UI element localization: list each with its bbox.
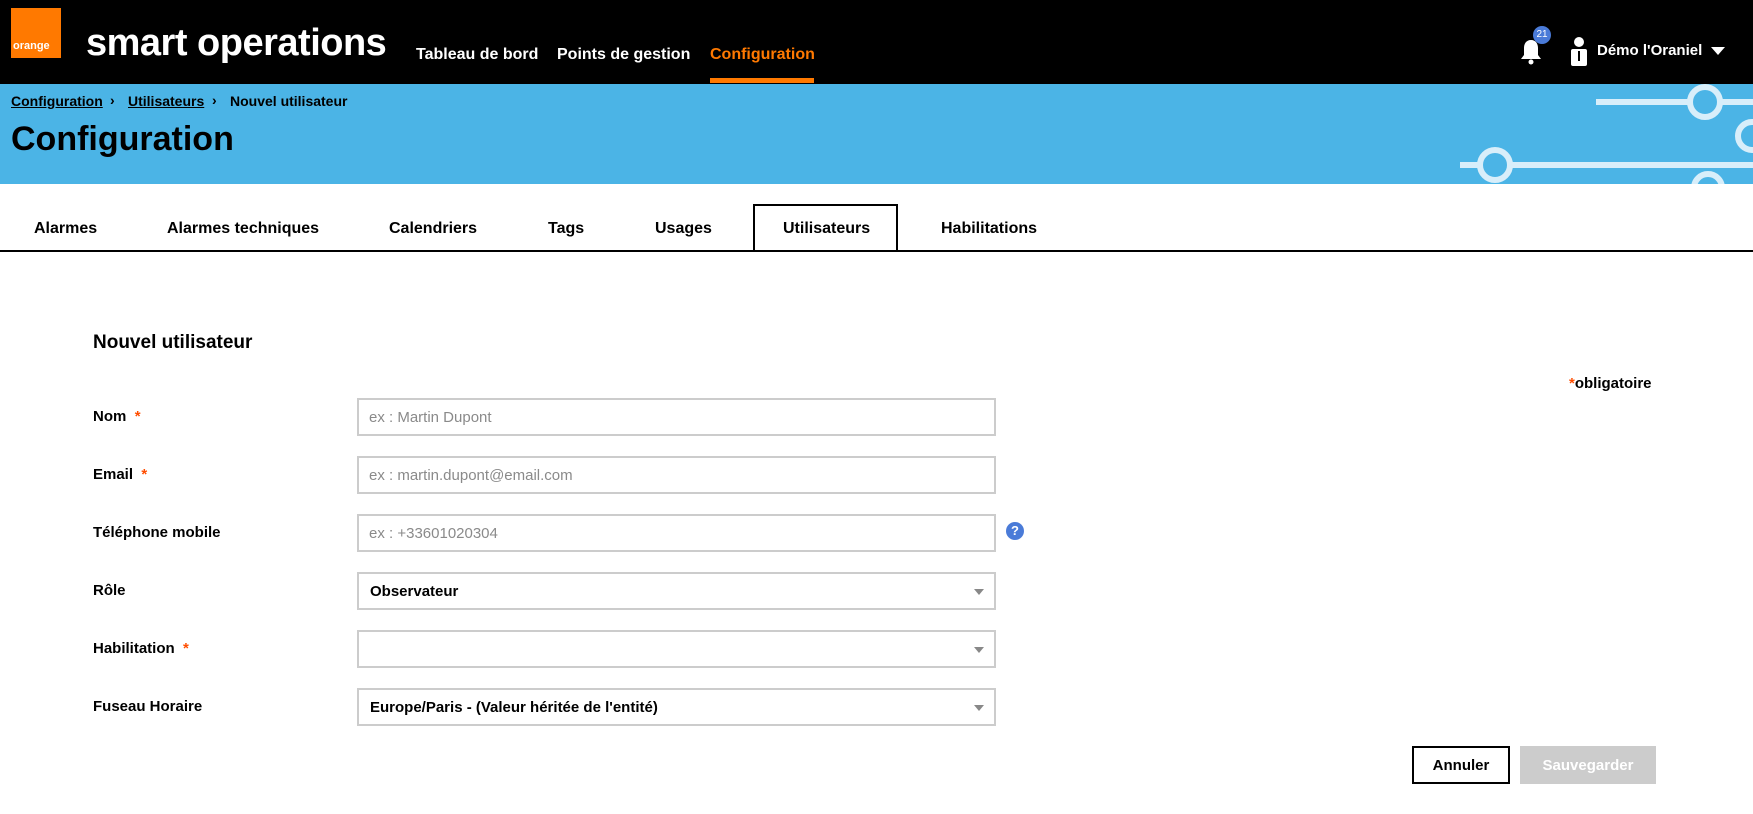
notification-badge: 21: [1533, 26, 1551, 44]
timezone-value: Europe/Paris - (Valeur héritée de l'enti…: [370, 699, 658, 716]
timezone-select[interactable]: Europe/Paris - (Valeur héritée de l'enti…: [357, 688, 996, 726]
name-input[interactable]: [357, 398, 996, 436]
chevron-down-icon: [974, 647, 984, 653]
mandatory-note: *obligatoire: [1569, 375, 1652, 392]
required-mark: *: [134, 408, 141, 425]
mandatory-note-text: obligatoire: [1574, 375, 1652, 392]
breadcrumb-current: Nouvel utilisateur: [230, 93, 348, 109]
email-label: Email *: [93, 466, 147, 483]
breadcrumb-configuration[interactable]: Configuration: [11, 93, 103, 109]
required-mark: *: [141, 466, 148, 483]
habilitation-select[interactable]: [357, 630, 996, 668]
help-icon[interactable]: ?: [1006, 522, 1024, 540]
nav-dashboard[interactable]: Tableau de bord: [416, 46, 538, 64]
phone-label: Téléphone mobile: [93, 524, 221, 541]
name-label-text: Nom: [93, 408, 127, 425]
email-input[interactable]: [357, 456, 996, 494]
tab-permissions[interactable]: Habilitations: [941, 220, 1037, 238]
logo-text: orange: [13, 40, 50, 52]
breadcrumb-users[interactable]: Utilisateurs: [128, 93, 204, 109]
tab-users[interactable]: Utilisateurs: [783, 220, 870, 238]
app-title: smart operations: [86, 22, 387, 64]
cancel-button[interactable]: Annuler: [1412, 746, 1510, 784]
user-menu-name[interactable]: Démo l'Oraniel: [1597, 42, 1702, 59]
tab-usages[interactable]: Usages: [655, 220, 712, 238]
phone-input[interactable]: [357, 514, 996, 552]
tab-tags[interactable]: Tags: [548, 220, 584, 238]
top-bar: orange smart operations Tableau de bord …: [0, 0, 1753, 84]
tabs-divider: [0, 250, 1753, 252]
user-icon[interactable]: [1568, 36, 1590, 66]
timezone-label: Fuseau Horaire: [93, 698, 203, 715]
nav-active-indicator: [710, 78, 814, 83]
role-select[interactable]: Observateur: [357, 572, 996, 610]
chevron-down-icon: [974, 705, 984, 711]
chevron-down-icon[interactable]: [1711, 47, 1725, 55]
role-label: Rôle: [93, 582, 126, 599]
page-banner: Configuration › Utilisateurs › Nouvel ut…: [0, 84, 1753, 184]
habilitation-label-text: Habilitation: [93, 640, 175, 657]
habilitation-label: Habilitation *: [93, 640, 189, 657]
chevron-right-icon: ›: [110, 92, 115, 108]
tab-alarms[interactable]: Alarmes: [34, 220, 97, 238]
chevron-right-icon: ›: [212, 92, 217, 108]
orange-logo[interactable]: orange: [11, 8, 61, 58]
form-title: Nouvel utilisateur: [93, 332, 253, 353]
tab-technical-alarms[interactable]: Alarmes techniques: [167, 220, 319, 238]
circuit-decoration: [1460, 84, 1753, 184]
page-title: Configuration: [11, 120, 234, 158]
name-label: Nom *: [93, 408, 141, 425]
nav-management-points[interactable]: Points de gestion: [557, 46, 690, 64]
save-button[interactable]: Sauvegarder: [1520, 746, 1656, 784]
role-value: Observateur: [370, 583, 459, 600]
required-mark: *: [183, 640, 189, 657]
tab-calendars[interactable]: Calendriers: [389, 220, 477, 238]
chevron-down-icon: [974, 589, 984, 595]
nav-configuration[interactable]: Configuration: [710, 46, 815, 64]
email-label-text: Email: [93, 466, 134, 483]
